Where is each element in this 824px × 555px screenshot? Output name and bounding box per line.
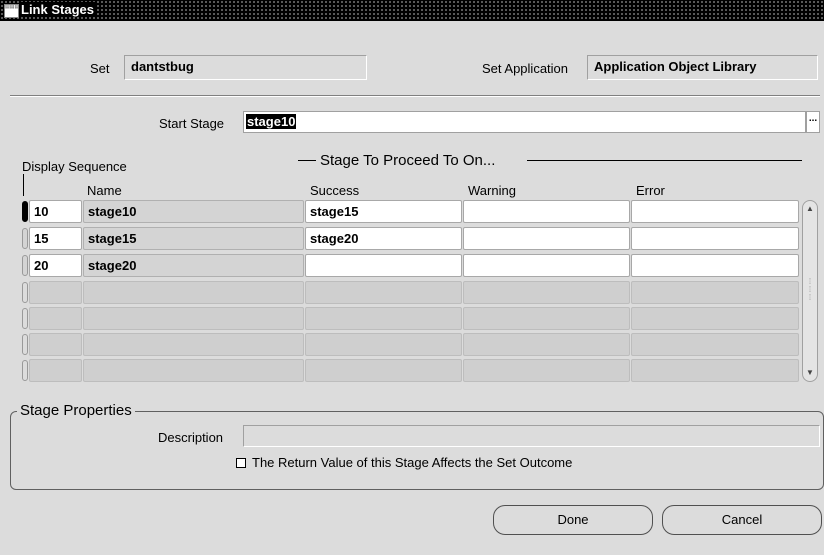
set-label: Set	[90, 61, 110, 76]
row-indicator[interactable]	[22, 334, 28, 355]
warning-cell[interactable]	[463, 307, 630, 330]
start-stage-value: stage10	[246, 114, 297, 129]
stage-group-label: Stage To Proceed To On...	[320, 152, 496, 169]
name-cell[interactable]: stage10	[83, 200, 304, 223]
done-button[interactable]: Done	[493, 505, 653, 535]
window-title: Link Stages	[21, 2, 97, 17]
error-cell[interactable]	[631, 200, 799, 223]
cancel-button-label: Cancel	[721, 512, 763, 527]
name-cell[interactable]	[83, 333, 304, 356]
warning-cell[interactable]	[463, 281, 630, 304]
display-sequence-tick	[23, 174, 24, 196]
start-stage-lov-button[interactable]: ...	[806, 111, 820, 133]
success-cell[interactable]	[305, 333, 462, 356]
success-cell[interactable]	[305, 281, 462, 304]
group-line-left	[298, 160, 316, 161]
cancel-button[interactable]: Cancel	[662, 505, 822, 535]
sequence-cell[interactable]: 10	[29, 200, 82, 223]
success-cell[interactable]: stage15	[305, 200, 462, 223]
row-indicator-current[interactable]	[22, 201, 28, 222]
row-indicator[interactable]	[22, 360, 28, 381]
warning-cell[interactable]	[463, 227, 630, 250]
sequence-cell[interactable]	[29, 333, 82, 356]
error-column-header: Error	[636, 183, 665, 198]
error-cell[interactable]	[631, 281, 799, 304]
return-value-checkbox[interactable]	[236, 458, 246, 468]
error-cell[interactable]	[631, 359, 799, 382]
row-indicator[interactable]	[22, 282, 28, 303]
warning-cell[interactable]	[463, 333, 630, 356]
done-button-label: Done	[557, 512, 589, 527]
row-indicator[interactable]	[22, 228, 28, 249]
row-indicator[interactable]	[22, 255, 28, 276]
sequence-cell[interactable]: 15	[29, 227, 82, 250]
title-bar[interactable]	[0, 0, 824, 21]
sequence-cell[interactable]	[29, 359, 82, 382]
scroll-up-arrow-icon[interactable]: ▲	[804, 202, 816, 216]
scroll-down-arrow-icon[interactable]: ▼	[804, 366, 816, 380]
error-cell[interactable]	[631, 254, 799, 277]
sequence-cell[interactable]	[29, 307, 82, 330]
group-line-right	[527, 160, 802, 161]
stage-properties-group	[10, 411, 824, 490]
return-value-checkbox-label: The Return Value of this Stage Affects t…	[252, 455, 573, 470]
success-cell[interactable]	[305, 254, 462, 277]
success-column-header: Success	[310, 183, 360, 198]
success-cell[interactable]	[305, 359, 462, 382]
sequence-cell[interactable]	[29, 281, 82, 304]
description-field[interactable]	[243, 425, 820, 447]
start-stage-field[interactable]: stage10	[243, 111, 806, 133]
name-cell[interactable]	[83, 359, 304, 382]
display-sequence-label: Display Sequence	[22, 159, 127, 174]
sequence-cell[interactable]: 20	[29, 254, 82, 277]
stage-properties-label: Stage Properties	[17, 402, 135, 419]
success-cell[interactable]	[305, 307, 462, 330]
set-field[interactable]: dantstbug	[124, 55, 367, 80]
warning-cell[interactable]	[463, 254, 630, 277]
app-window-icon[interactable]: ▤▤▤	[4, 4, 19, 18]
name-cell[interactable]	[83, 307, 304, 330]
warning-cell[interactable]	[463, 200, 630, 223]
name-cell[interactable]	[83, 281, 304, 304]
error-cell[interactable]	[631, 227, 799, 250]
scroll-thumb-grip-icon[interactable]: ⁞ ⁞ ⁞	[804, 278, 816, 306]
set-application-field[interactable]: Application Object Library	[587, 55, 818, 80]
row-indicator[interactable]	[22, 308, 28, 329]
name-cell[interactable]: stage15	[83, 227, 304, 250]
error-cell[interactable]	[631, 333, 799, 356]
name-column-header: Name	[87, 183, 122, 198]
warning-column-header: Warning	[468, 183, 516, 198]
success-cell[interactable]: stage20	[305, 227, 462, 250]
name-cell[interactable]: stage20	[83, 254, 304, 277]
warning-cell[interactable]	[463, 359, 630, 382]
start-stage-label: Start Stage	[159, 116, 225, 131]
error-cell[interactable]	[631, 307, 799, 330]
separator-highlight	[10, 96, 820, 97]
description-label: Description	[158, 430, 224, 445]
set-application-label: Set Application	[482, 61, 569, 76]
